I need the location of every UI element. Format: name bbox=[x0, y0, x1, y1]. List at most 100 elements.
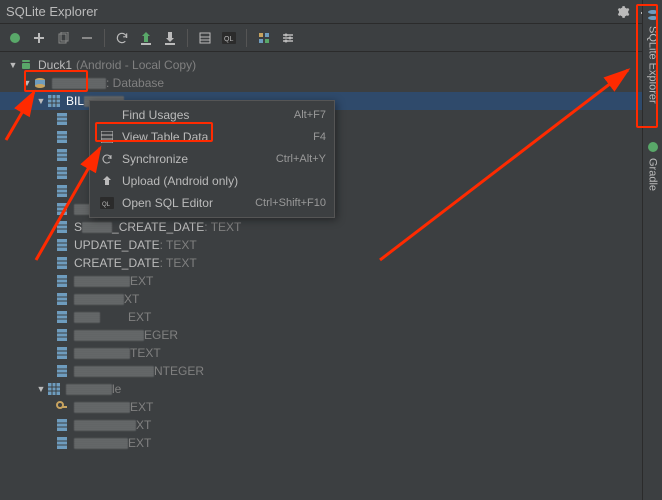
android-icon bbox=[18, 58, 34, 72]
table-icon bbox=[98, 131, 116, 143]
menu-find-usages[interactable]: Find Usages Alt+F7 bbox=[90, 104, 334, 126]
column-icon bbox=[54, 310, 70, 324]
copy-icon[interactable] bbox=[52, 27, 74, 49]
column-icon bbox=[54, 292, 70, 306]
column-icon bbox=[54, 328, 70, 342]
tree-root[interactable]: ▼ Duck1 (Android - Local Copy) bbox=[0, 56, 662, 74]
column-node[interactable]: EXT bbox=[0, 398, 662, 416]
col-name: CREATE_DATE bbox=[74, 256, 160, 270]
menu-shortcut: Alt+F7 bbox=[294, 109, 326, 121]
column-icon bbox=[54, 274, 70, 288]
add-icon[interactable] bbox=[28, 27, 50, 49]
column-icon bbox=[54, 418, 70, 432]
expand-icon[interactable] bbox=[253, 27, 275, 49]
column-node[interactable]: EGER bbox=[0, 326, 662, 344]
column-icon bbox=[54, 256, 70, 270]
column-node[interactable]: CREATE_DATE: TEXT bbox=[0, 254, 662, 272]
triangle-down-icon[interactable]: ▼ bbox=[8, 60, 18, 70]
table-icon bbox=[46, 94, 62, 108]
context-menu: Find Usages Alt+F7 View Table Data F4 Sy… bbox=[89, 100, 335, 218]
column-node[interactable]: XT bbox=[0, 416, 662, 434]
menu-open-sql[interactable]: QL Open SQL Editor Ctrl+Shift+F10 bbox=[90, 192, 334, 214]
column-node[interactable]: EXT bbox=[0, 434, 662, 452]
column-icon bbox=[54, 202, 70, 216]
sql-icon[interactable]: QL bbox=[218, 27, 240, 49]
key-icon bbox=[54, 400, 70, 414]
separator bbox=[187, 29, 188, 47]
table-icon bbox=[46, 382, 62, 396]
refresh-icon[interactable] bbox=[111, 27, 133, 49]
col-type: : TEXT bbox=[160, 256, 197, 270]
col-type: EXT bbox=[128, 310, 151, 324]
menu-synchronize[interactable]: Synchronize Ctrl+Alt+Y bbox=[90, 148, 334, 170]
col-type: TEXT bbox=[130, 346, 161, 360]
menu-shortcut: F4 bbox=[313, 131, 326, 143]
column-icon bbox=[54, 148, 70, 162]
svg-text:QL: QL bbox=[102, 202, 111, 208]
column-icon bbox=[54, 364, 70, 378]
menu-label: Open SQL Editor bbox=[122, 196, 255, 210]
run-icon[interactable] bbox=[4, 27, 26, 49]
side-tab-gradle[interactable]: Gradle bbox=[646, 132, 660, 199]
column-icon bbox=[54, 346, 70, 360]
col-name: UPDATE_DATE bbox=[74, 238, 160, 252]
menu-shortcut: Ctrl+Shift+F10 bbox=[255, 197, 326, 209]
side-tab-label: Gradle bbox=[647, 158, 659, 191]
side-tab-label: SQLite Explorer bbox=[647, 26, 659, 104]
settings-icon[interactable] bbox=[277, 27, 299, 49]
upload-icon bbox=[98, 175, 116, 187]
menu-view-table-data[interactable]: View Table Data F4 bbox=[90, 126, 334, 148]
col-type: NTEGER bbox=[154, 364, 204, 378]
table-view-icon[interactable] bbox=[194, 27, 216, 49]
side-tab-sqlite[interactable]: SQLite Explorer bbox=[646, 0, 660, 112]
col-name-b: _CREATE_DATE bbox=[112, 220, 204, 234]
upload-icon[interactable] bbox=[135, 27, 157, 49]
menu-label: Find Usages bbox=[122, 108, 294, 122]
column-icon bbox=[54, 112, 70, 126]
col-type: : TEXT bbox=[160, 238, 197, 252]
column-icon bbox=[54, 184, 70, 198]
menu-label: View Table Data bbox=[122, 130, 313, 144]
column-node[interactable]: EXT bbox=[0, 308, 662, 326]
menu-label: Synchronize bbox=[122, 152, 276, 166]
triangle-down-icon[interactable]: ▼ bbox=[36, 384, 46, 394]
col-type: EXT bbox=[130, 400, 153, 414]
table-node[interactable]: ▼ le bbox=[0, 380, 662, 398]
refresh-icon bbox=[98, 153, 116, 165]
side-tabs: SQLite Explorer Gradle bbox=[642, 0, 662, 500]
col-type: XT bbox=[124, 292, 139, 306]
triangle-down-icon[interactable]: ▼ bbox=[36, 96, 46, 106]
root-label: Duck1 bbox=[38, 58, 72, 72]
delete-icon[interactable] bbox=[76, 27, 98, 49]
column-icon bbox=[54, 238, 70, 252]
column-node[interactable]: TEXT bbox=[0, 344, 662, 362]
menu-upload[interactable]: Upload (Android only) bbox=[90, 170, 334, 192]
panel-title: SQLite Explorer bbox=[6, 4, 612, 19]
download-icon[interactable] bbox=[159, 27, 181, 49]
table-prefix: BIL bbox=[66, 94, 84, 108]
menu-shortcut: Ctrl+Alt+Y bbox=[276, 153, 326, 165]
column-node[interactable]: XT bbox=[0, 290, 662, 308]
tbl-suffix: le bbox=[112, 382, 121, 396]
database-node[interactable]: ▼ : Database bbox=[0, 74, 662, 92]
col-type: XT bbox=[136, 418, 151, 432]
col-type: EXT bbox=[130, 274, 153, 288]
column-node[interactable]: NTEGER bbox=[0, 362, 662, 380]
sql-icon: QL bbox=[98, 197, 116, 209]
gear-icon[interactable] bbox=[612, 1, 634, 23]
column-icon bbox=[54, 436, 70, 450]
column-icon bbox=[54, 130, 70, 144]
svg-text:QL: QL bbox=[224, 36, 233, 43]
database-icon bbox=[646, 8, 660, 22]
column-node[interactable]: UPDATE_DATE: TEXT bbox=[0, 236, 662, 254]
column-icon bbox=[54, 166, 70, 180]
col-type: EGER bbox=[144, 328, 178, 342]
panel-header: SQLite Explorer bbox=[0, 0, 662, 24]
column-node[interactable]: S_CREATE_DATE: TEXT bbox=[0, 218, 662, 236]
gradle-icon bbox=[646, 140, 660, 154]
separator bbox=[246, 29, 247, 47]
database-suffix: : Database bbox=[106, 76, 164, 90]
menu-label: Upload (Android only) bbox=[122, 174, 326, 188]
triangle-down-icon[interactable]: ▼ bbox=[22, 78, 32, 88]
column-node[interactable]: EXT bbox=[0, 272, 662, 290]
